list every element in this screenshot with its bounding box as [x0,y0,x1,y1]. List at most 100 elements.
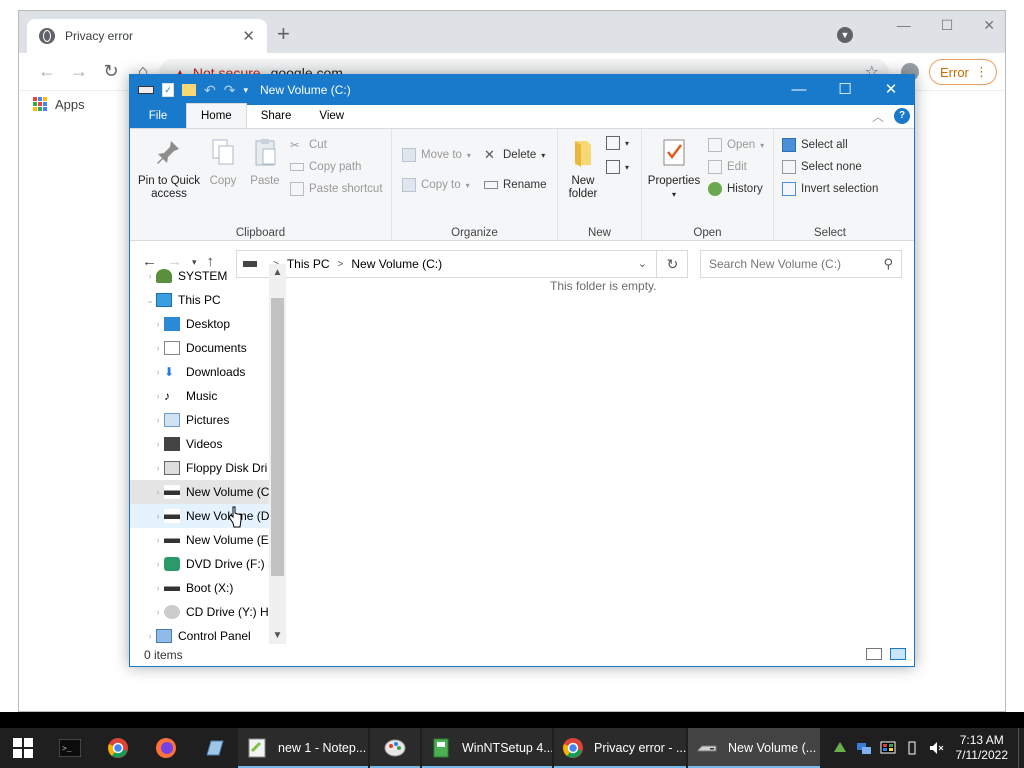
close-tab-icon[interactable]: ✕ [242,27,255,45]
chevron-right-icon[interactable]: › [152,607,164,617]
nav-item[interactable]: › Floppy Disk Dri [130,456,286,480]
chevron-right-icon[interactable]: › [144,631,156,641]
nav-item[interactable]: › Videos [130,432,286,456]
delete-button[interactable]: ✕ Delete ▾ [484,145,545,165]
tab-file[interactable]: File [130,104,186,128]
chevron-right-icon[interactable]: › [152,343,164,353]
network-icon[interactable] [856,740,872,756]
chevron-right-icon[interactable]: › [152,583,164,593]
copy-button[interactable]: Copy [206,137,240,188]
back-icon[interactable]: ← [31,61,63,82]
paste-shortcut-button[interactable]: Paste shortcut [290,179,383,199]
breadcrumb-this-pc[interactable]: This PC [287,257,330,271]
task-explorer[interactable]: New Volume (... [688,728,820,768]
invert-selection-button[interactable]: Invert selection [782,179,878,199]
nav-item[interactable]: › Documents [130,336,286,360]
tab-share[interactable]: Share [247,104,306,128]
address-dropdown-icon[interactable]: ⌄ [638,257,647,270]
chevron-right-icon[interactable]: › [152,511,164,521]
tab-search-icon[interactable]: ▼ [837,27,853,43]
task-chrome[interactable]: Privacy error - ... [554,728,686,768]
minimize-icon[interactable]: — [897,17,911,34]
scroll-down-icon[interactable]: ▼ [269,627,286,644]
minimize-icon[interactable]: — [776,75,822,105]
breadcrumb-new-volume[interactable]: New Volume (C:) [351,257,442,271]
new-folder-qa-icon[interactable] [182,84,196,96]
nav-item[interactable]: › ⬇ Downloads [130,360,286,384]
tab-home[interactable]: Home [186,103,247,128]
start-button[interactable] [0,728,46,768]
nav-item[interactable]: › ♪ Music [130,384,286,408]
open-button[interactable]: Open ▾ [708,135,764,155]
nav-item[interactable]: › New Volume (D [130,504,286,528]
new-folder-button[interactable]: New folder [564,137,602,201]
chevron-right-icon[interactable]: › [152,415,164,425]
notes-pin[interactable] [190,728,238,768]
chevron-right-icon[interactable]: › [152,367,164,377]
address-path[interactable]: > This PC > New Volume (C:) ⌄ [236,250,688,278]
chevron-right-icon[interactable]: › [152,487,164,497]
edit-button[interactable]: Edit [708,157,747,177]
properties-qa-icon[interactable]: ✓ [162,83,174,97]
nav-item[interactable]: ⌄ This PC [130,288,286,312]
volume-muted-icon[interactable] [928,740,944,756]
scroll-thumb[interactable] [271,298,284,576]
minimize-ribbon-icon[interactable]: ︿ [872,108,884,125]
select-none-button[interactable]: Select none [782,157,862,177]
search-input[interactable]: Search New Volume (C:) ⚲ [700,250,902,278]
task-winntsetup[interactable]: WinNTSetup 4... [422,728,552,768]
chrome-pin[interactable] [94,728,142,768]
reload-icon[interactable]: ↻ [95,61,127,82]
large-icons-view-icon[interactable] [890,648,906,660]
chevron-down-icon[interactable]: ⌄ [144,295,156,306]
chevron-right-icon[interactable]: › [152,535,164,545]
copy-to-button[interactable]: Copy to ▾ [402,175,470,195]
undo-icon[interactable]: ↶ [204,82,216,99]
maximize-icon[interactable]: ☐ [941,17,954,34]
nav-item[interactable]: › New Volume (E [130,528,286,552]
navigation-scrollbar[interactable]: ▲ ▼ [269,264,286,644]
customize-qa-icon[interactable]: ▾ [243,85,248,96]
details-view-icon[interactable] [866,648,882,660]
task-paint[interactable] [370,728,420,768]
close-icon[interactable]: ✕ [868,75,914,105]
usb-eject-icon[interactable] [904,740,920,756]
tray-app-icon[interactable] [832,740,848,756]
chevron-right-icon[interactable]: › [144,271,156,281]
redo-icon[interactable]: ↷ [224,82,236,99]
nav-item[interactable]: › SYSTEM [130,264,286,288]
rename-button[interactable]: Rename [484,175,546,195]
tab-view[interactable]: View [305,104,358,128]
forward-icon[interactable]: → [63,61,95,82]
new-item-button[interactable]: ▾ [606,133,629,153]
firefox-pin[interactable] [142,728,190,768]
clock[interactable]: 7:13 AM 7/11/2022 [952,733,1019,763]
chevron-right-icon[interactable]: › [152,439,164,449]
chevron-right-icon[interactable]: › [152,559,164,569]
nav-item[interactable]: › Pictures [130,408,286,432]
cmd-pin[interactable]: >_ [46,728,94,768]
cut-button[interactable]: ✂ Cut [290,135,327,155]
history-button[interactable]: History [708,179,763,199]
select-all-button[interactable]: Select all [782,135,848,155]
show-desktop-button[interactable] [1018,728,1024,768]
pin-to-quick-access-button[interactable]: Pin to Quick access [136,137,202,201]
nav-item[interactable]: › New Volume (C [130,480,286,504]
close-icon[interactable]: ✕ [983,17,995,34]
chevron-right-icon[interactable]: › [152,319,164,329]
apps-link[interactable]: Apps [55,97,85,112]
nav-item[interactable]: › DVD Drive (F:) S [130,552,286,576]
help-icon[interactable]: ? [894,108,910,124]
chevron-right-icon[interactable]: › [152,463,164,473]
new-tab-button[interactable]: + [277,23,290,45]
breadcrumb-separator-icon[interactable]: > [338,259,344,270]
paste-button[interactable]: Paste [246,137,284,188]
nav-item[interactable]: › CD Drive (Y:) H [130,600,286,624]
chevron-right-icon[interactable]: › [152,391,164,401]
nav-item[interactable]: › Boot (X:) [130,576,286,600]
nav-item[interactable]: › Desktop [130,312,286,336]
maximize-icon[interactable]: ☐ [822,75,868,105]
easy-access-button[interactable]: ▾ [606,157,629,177]
nav-item[interactable]: › Control Panel [130,624,286,644]
error-button[interactable]: Error ⋮ [929,59,997,85]
